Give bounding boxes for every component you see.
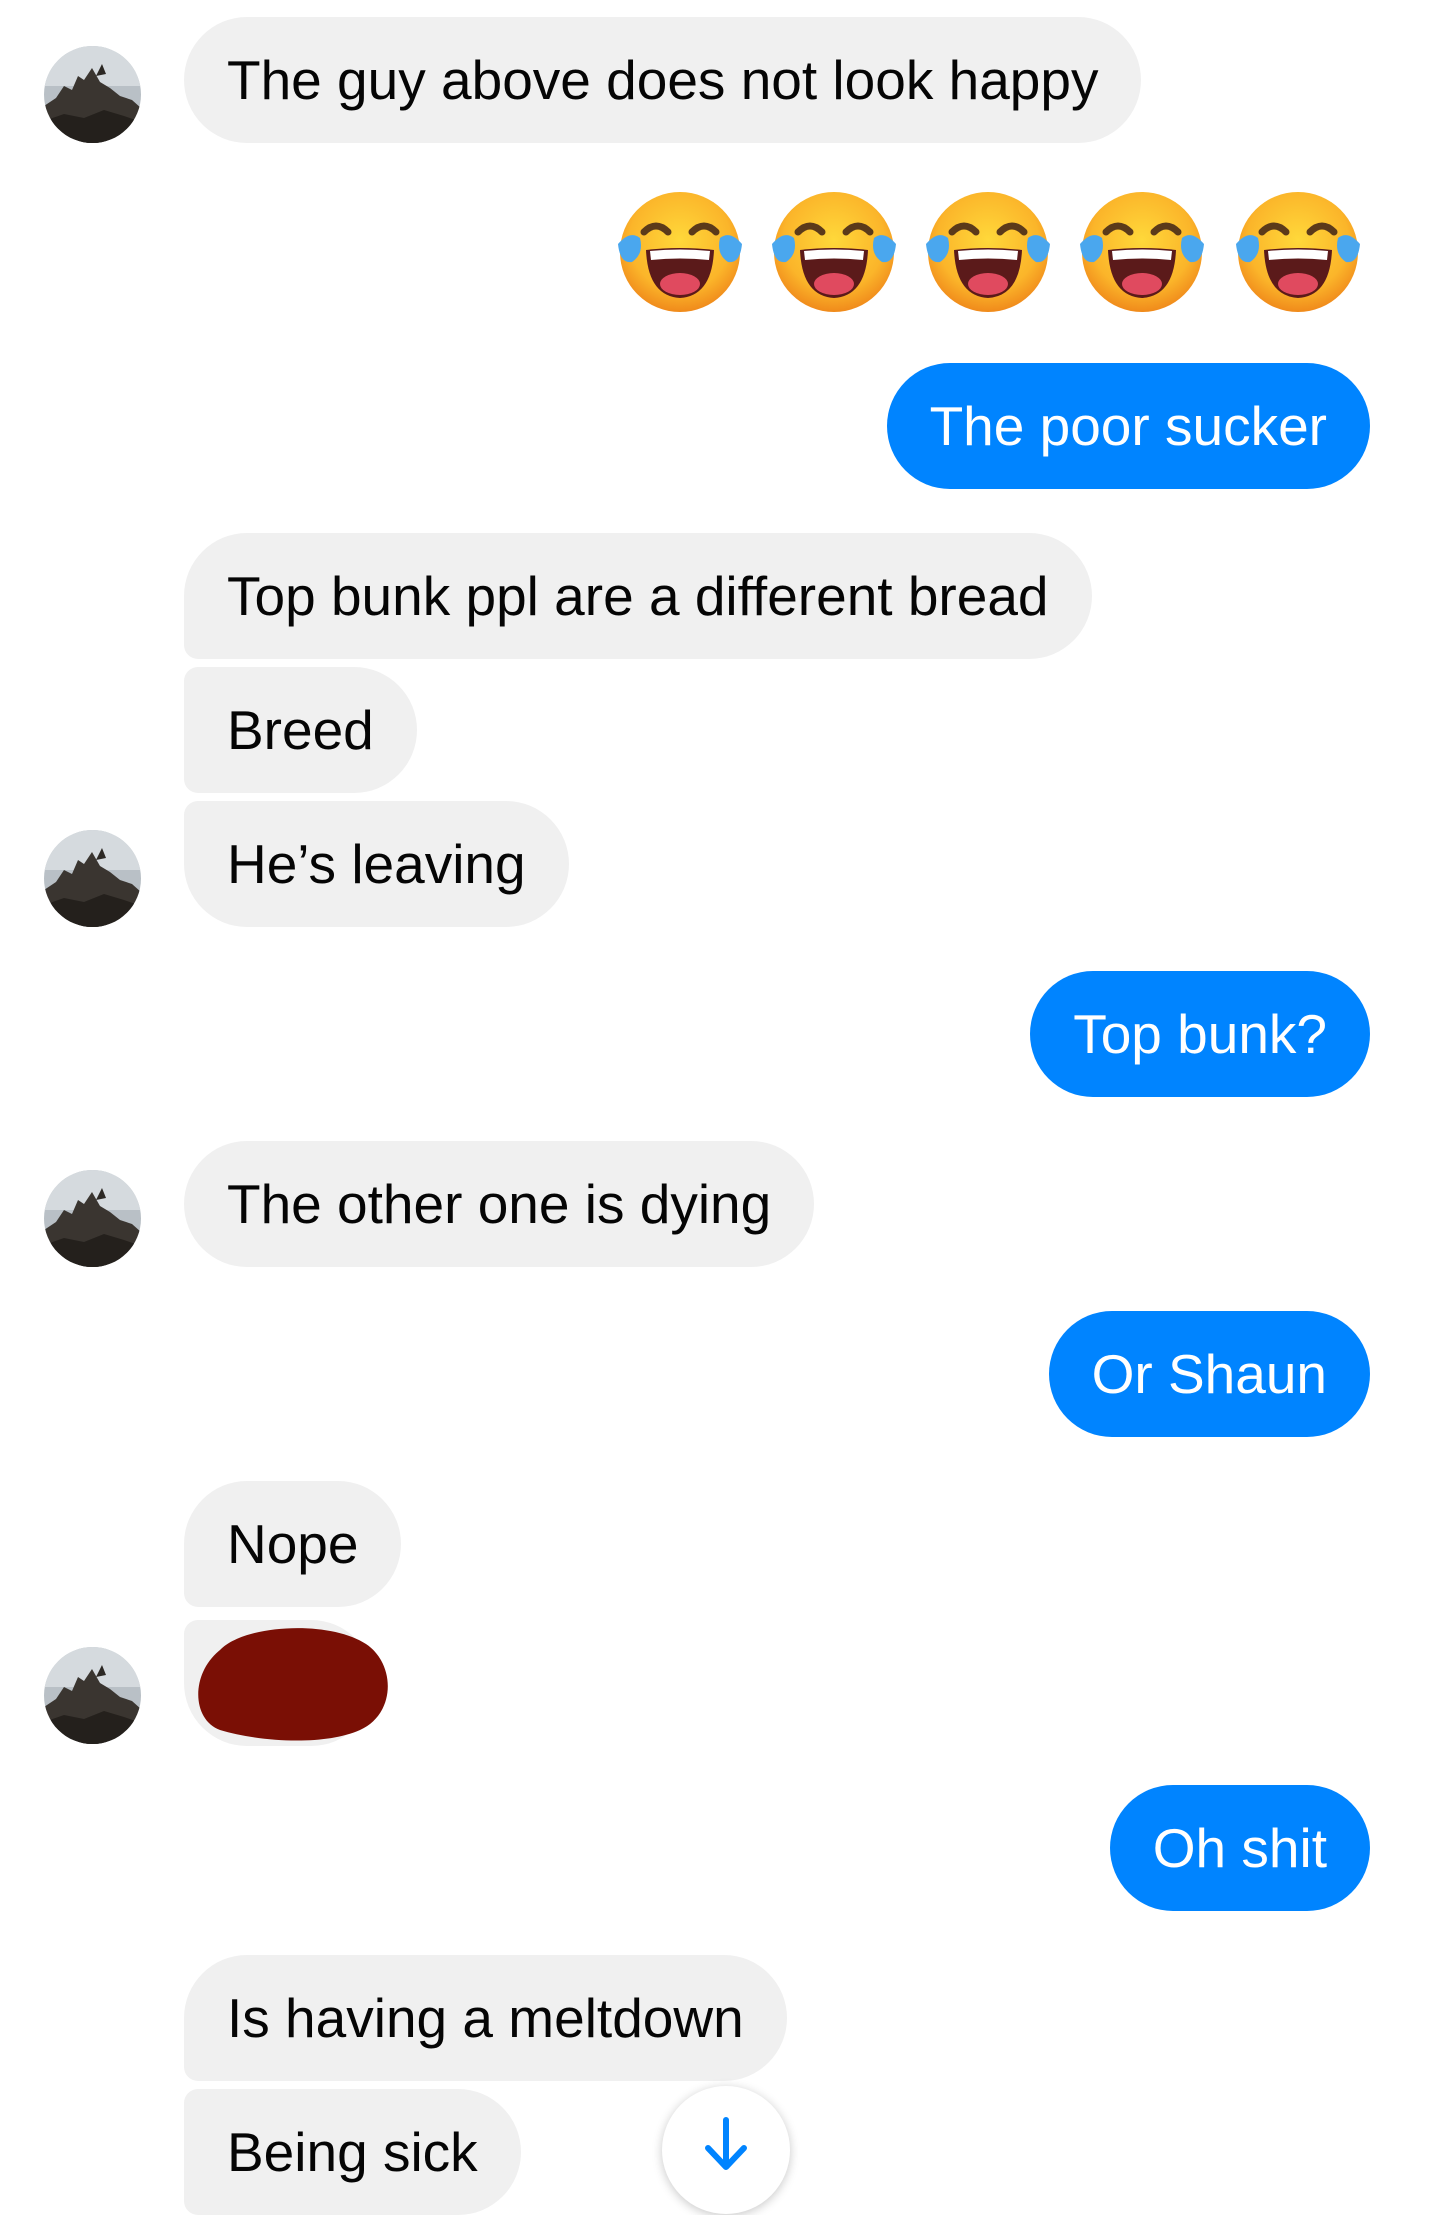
- face-with-tears-of-joy-icon: [768, 186, 900, 318]
- incoming-message[interactable]: Being sick: [184, 2089, 521, 2215]
- face-with-tears-of-joy-icon: [1232, 186, 1364, 318]
- contact-avatar[interactable]: [44, 830, 141, 927]
- outgoing-message[interactable]: Oh shit: [1109, 1785, 1370, 1911]
- red-scribble-redaction: [190, 1618, 400, 1748]
- face-with-tears-of-joy-icon: [614, 186, 746, 318]
- incoming-message[interactable]: Breed: [184, 667, 417, 793]
- outgoing-message[interactable]: The poor sucker: [886, 363, 1370, 489]
- incoming-message[interactable]: Nope: [184, 1481, 402, 1607]
- incoming-message[interactable]: The other one is dying: [184, 1141, 815, 1267]
- incoming-message[interactable]: Is having a meltdown: [184, 1955, 787, 2081]
- face-with-tears-of-joy-icon: [1076, 186, 1208, 318]
- contact-avatar[interactable]: [44, 46, 141, 143]
- arrow-down-icon: [705, 2117, 747, 2170]
- incoming-message[interactable]: Top bunk ppl are a different bread: [184, 533, 1092, 659]
- incoming-message[interactable]: He’s leaving: [184, 801, 569, 927]
- outgoing-message[interactable]: Or Shaun: [1048, 1311, 1370, 1437]
- contact-avatar[interactable]: [44, 1170, 141, 1267]
- incoming-message[interactable]: The guy above does not look happy: [184, 17, 1142, 143]
- avatar-photo: [44, 1170, 141, 1267]
- avatar-photo: [44, 830, 141, 927]
- scroll-to-bottom-button[interactable]: [662, 2086, 790, 2214]
- avatar-photo: [44, 46, 141, 143]
- chat-thread: The guy above does not look happy The po…: [0, 0, 1440, 2215]
- outgoing-message[interactable]: Top bunk?: [1030, 971, 1370, 1097]
- contact-avatar[interactable]: [44, 1647, 141, 1744]
- avatar-photo: [44, 1647, 141, 1744]
- face-with-tears-of-joy-icon: [922, 186, 1054, 318]
